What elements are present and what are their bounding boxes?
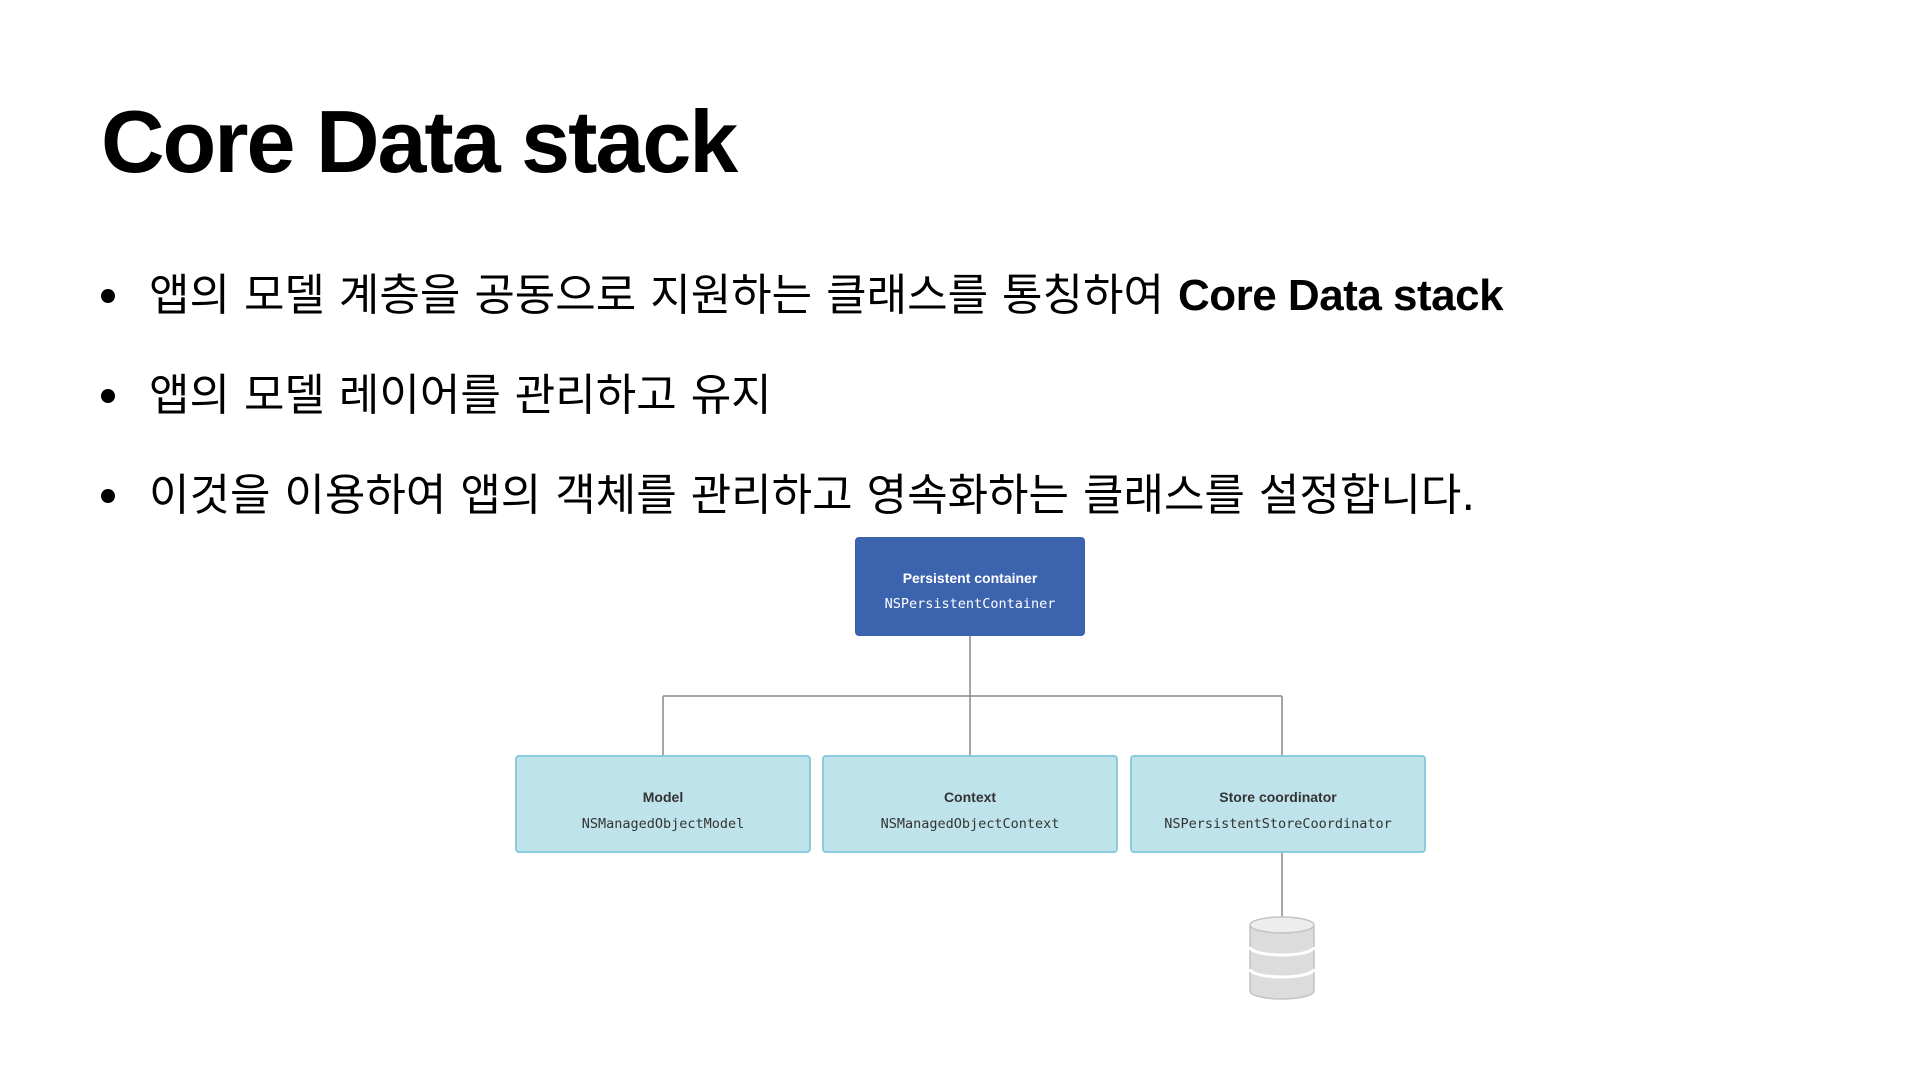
box-label: Persistent container <box>902 570 1038 586</box>
box-label: Store coordinator <box>1219 789 1337 805</box>
bullet-text: 앱의 모델 계층을 공동으로 지원하는 클래스를 통칭하여 <box>149 270 1178 321</box>
context-box: Context NSManagedObjectContext <box>822 755 1118 853</box>
bullet-strong-text: Core Data stack <box>1177 271 1504 320</box>
bullet-dot-icon <box>101 289 115 303</box>
box-class-name: NSPersistentStoreCoordinator <box>1164 816 1392 832</box>
box-label: Model <box>642 789 684 805</box>
database-icon <box>1248 916 1316 1000</box>
bullet-list: 앱의 모델 계층을 공동으로 지원하는 클래스를 통칭하여 Core Data … <box>101 266 1504 566</box>
bullet-dot-icon <box>101 489 115 503</box>
bullet-item-3: 이것을 이용하여 앱의 객체를 관리하고 영속화하는 클래스를 설정합니다. <box>101 466 1503 566</box>
bullet-text: 이것을 이용하여 앱의 객체를 관리하고 영속화하는 클래스를 설정합니다. <box>149 470 1476 521</box>
slide: Core Data stack 앱의 모델 계층을 공동으로 지원하는 클래스를… <box>0 0 1920 1080</box>
box-class-name: NSManagedObjectContext <box>880 816 1060 832</box>
bullet-text: 앱의 모델 레이어를 관리하고 유지 <box>149 370 772 421</box>
persistent-container-box: Persistent container NSPersistentContain… <box>855 537 1085 636</box>
box-class-name: NSPersistentContainer <box>884 596 1056 612</box>
box-class-name: NSManagedObjectModel <box>581 816 745 832</box>
slide-title: Core Data stack <box>101 92 738 191</box>
store-coordinator-box: Store coordinator NSPersistentStoreCoord… <box>1130 755 1426 853</box>
model-box: Model NSManagedObjectModel <box>515 755 811 853</box>
box-label: Context <box>943 789 997 805</box>
bullet-dot-icon <box>101 389 115 403</box>
bullet-item-2: 앱의 모델 레이어를 관리하고 유지 <box>101 366 1503 466</box>
bullet-item-1: 앱의 모델 계층을 공동으로 지원하는 클래스를 통칭하여 Core Data … <box>101 266 1504 366</box>
